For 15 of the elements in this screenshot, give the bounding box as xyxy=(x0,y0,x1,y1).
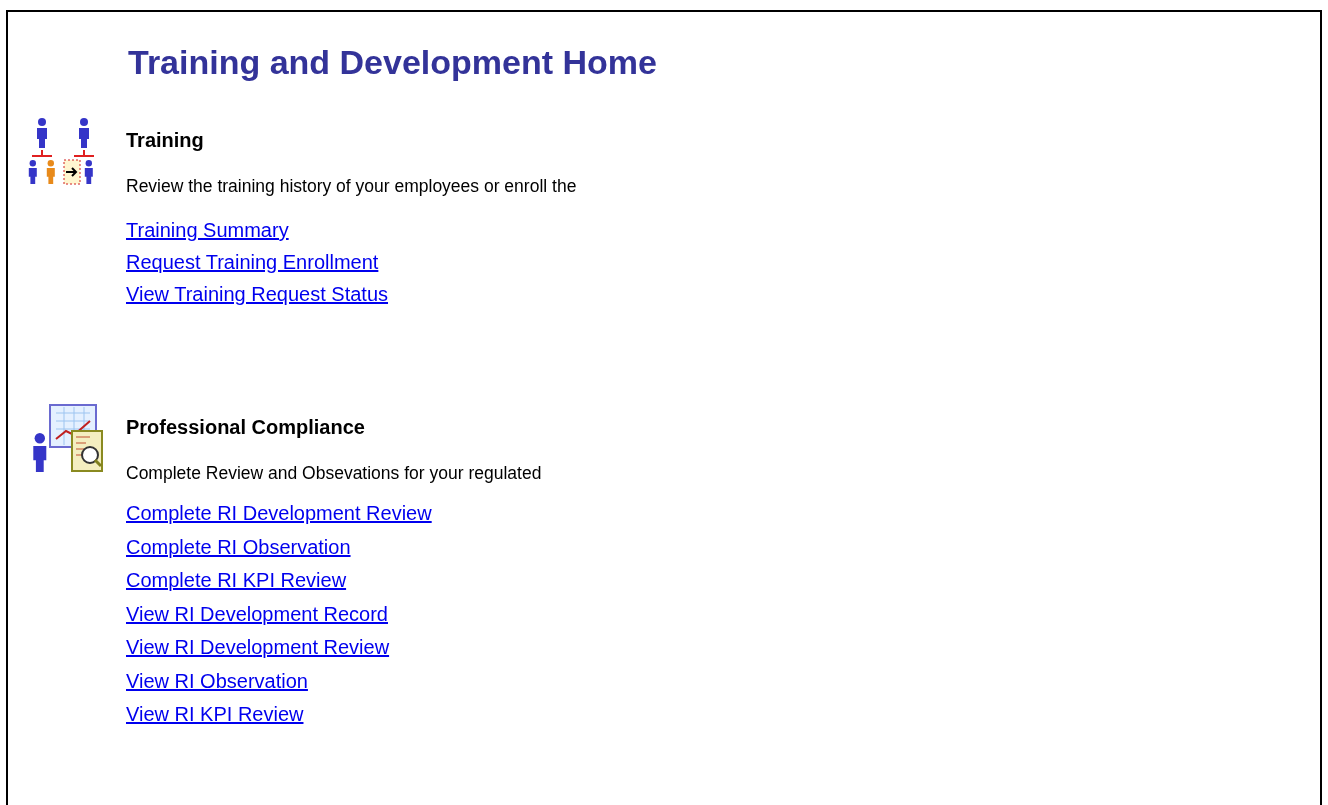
nav-link[interactable]: View RI Development Record xyxy=(126,602,388,625)
nav-link[interactable]: Complete RI Observation xyxy=(126,535,351,558)
section-description: Review the training history of your employees or enroll the xyxy=(126,176,578,197)
section-heading: Professional Compliance xyxy=(126,415,366,440)
nav-link[interactable]: View Training Request Status xyxy=(126,283,388,305)
page-title: Training and Development Home xyxy=(128,42,658,83)
nav-link[interactable]: View RI KPI Review xyxy=(126,703,304,725)
section-heading: Training xyxy=(126,128,205,153)
nav-link[interactable]: Complete RI Development Review xyxy=(126,502,432,524)
nav-link[interactable]: View RI Observation xyxy=(126,669,308,692)
nav-link[interactable]: Request Training Enrollment xyxy=(126,251,379,273)
nav-link[interactable]: View RI Development Review xyxy=(126,636,390,658)
nav-link[interactable]: Training Summary xyxy=(126,219,289,241)
section-description: Complete Review and Obsevations for your regulated xyxy=(126,463,543,484)
nav-link[interactable]: Complete RI KPI Review xyxy=(126,569,347,591)
